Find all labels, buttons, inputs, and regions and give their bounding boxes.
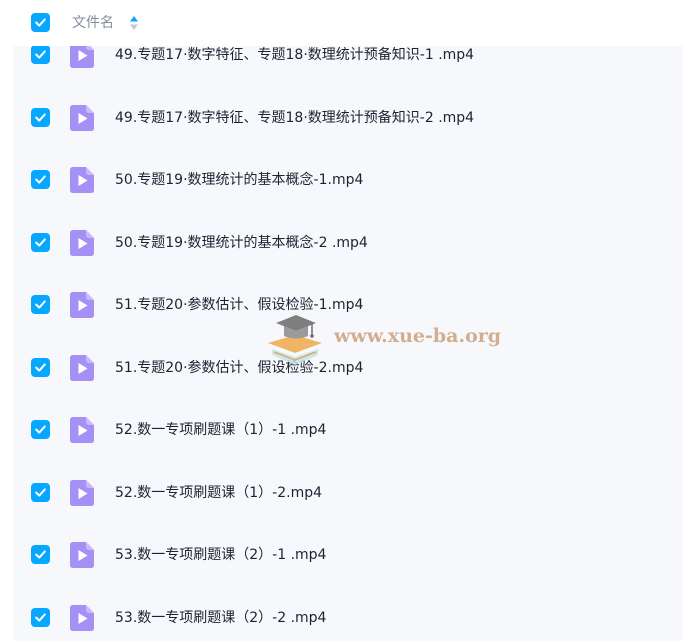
file-row-checkbox[interactable] <box>31 295 50 314</box>
checkmark-icon <box>35 300 46 309</box>
file-name[interactable]: 52.数一专项刷题课（1）-2.mp4 <box>115 482 322 504</box>
checkmark-icon <box>35 18 46 27</box>
file-row[interactable]: 49.专题17·数字特征、专题18·数理统计预备知识-1 .mp4 <box>13 46 683 86</box>
checkmark-icon <box>35 362 46 372</box>
checkmark-icon <box>35 175 46 184</box>
checkmark-icon <box>35 550 46 559</box>
file-row-checkbox[interactable] <box>31 420 50 439</box>
file-list: 49.专题17·数字特征、专题18·数理统计预备知识-1 .mp4 49.专题17… <box>13 46 683 641</box>
file-name[interactable]: 49.专题17·数字特征、专题18·数理统计预备知识-2 .mp4 <box>115 107 474 129</box>
filename-column-header[interactable]: 文件名 <box>72 13 114 33</box>
checkmark-icon <box>35 425 46 434</box>
video-file-icon <box>70 542 94 568</box>
checkmark-icon <box>35 112 46 122</box>
video-file-icon <box>70 604 94 631</box>
video-file-icon <box>70 46 94 68</box>
select-all-checkbox[interactable] <box>31 13 50 32</box>
file-row-checkbox[interactable] <box>31 357 50 377</box>
file-row-checkbox[interactable] <box>31 232 50 252</box>
video-file-icon <box>70 167 94 193</box>
file-row-checkbox[interactable] <box>31 170 50 189</box>
file-name[interactable]: 53.数一专项刷题课（2）-1 .mp4 <box>115 544 326 566</box>
file-row-checkbox[interactable] <box>31 107 50 127</box>
file-name[interactable]: 51.专题20·参数估计、假设检验-1.mp4 <box>115 294 363 316</box>
video-file-icon <box>70 229 94 256</box>
file-row[interactable]: 51.专题20·参数估计、假设检验-1.mp4 <box>13 274 683 336</box>
video-file-icon <box>70 104 94 131</box>
file-row-checkbox[interactable] <box>31 545 50 564</box>
file-name[interactable]: 50.专题19·数理统计的基本概念-1.mp4 <box>115 169 363 191</box>
file-row[interactable]: 51.专题20·参数估计、假设检验-2.mp4 <box>13 337 683 399</box>
file-row[interactable]: 50.专题19·数理统计的基本概念-1.mp4 <box>13 149 683 211</box>
checkmark-icon <box>35 237 46 247</box>
file-row[interactable]: 53.数一专项刷题课（2）-2 .mp4 <box>13 587 683 641</box>
file-row-checkbox[interactable] <box>31 482 50 502</box>
video-file-icon <box>70 417 94 443</box>
file-name[interactable]: 51.专题20·参数估计、假设检验-2.mp4 <box>115 357 363 379</box>
video-file-icon <box>70 354 94 381</box>
file-list-header: 文件名 <box>0 0 683 46</box>
checkmark-icon <box>35 487 46 497</box>
checkmark-icon <box>35 612 46 622</box>
file-name[interactable]: 50.专题19·数理统计的基本概念-2 .mp4 <box>115 232 368 254</box>
file-row[interactable]: 52.数一专项刷题课（1）-1 .mp4 <box>13 399 683 461</box>
file-row[interactable]: 53.数一专项刷题课（2）-1 .mp4 <box>13 524 683 586</box>
video-file-icon <box>70 292 94 318</box>
file-name[interactable]: 52.数一专项刷题课（1）-1 .mp4 <box>115 419 326 441</box>
file-name[interactable]: 53.数一专项刷题课（2）-2 .mp4 <box>115 607 326 629</box>
file-row[interactable]: 52.数一专项刷题课（1）-2.mp4 <box>13 462 683 524</box>
file-row-checkbox[interactable] <box>31 46 50 64</box>
video-file-icon <box>70 479 94 506</box>
file-row[interactable]: 49.专题17·数字特征、专题18·数理统计预备知识-2 .mp4 <box>13 87 683 149</box>
sort-icon[interactable] <box>129 14 139 32</box>
file-row[interactable]: 50.专题19·数理统计的基本概念-2 .mp4 <box>13 212 683 274</box>
checkmark-icon <box>35 50 46 59</box>
file-name[interactable]: 49.专题17·数字特征、专题18·数理统计预备知识-1 .mp4 <box>115 46 474 66</box>
file-row-checkbox[interactable] <box>31 607 50 627</box>
file-list-page: 文件名 49.专题17·数字特征、专题18·数理统计预备知识-1 .mp4 49.… <box>0 0 683 641</box>
